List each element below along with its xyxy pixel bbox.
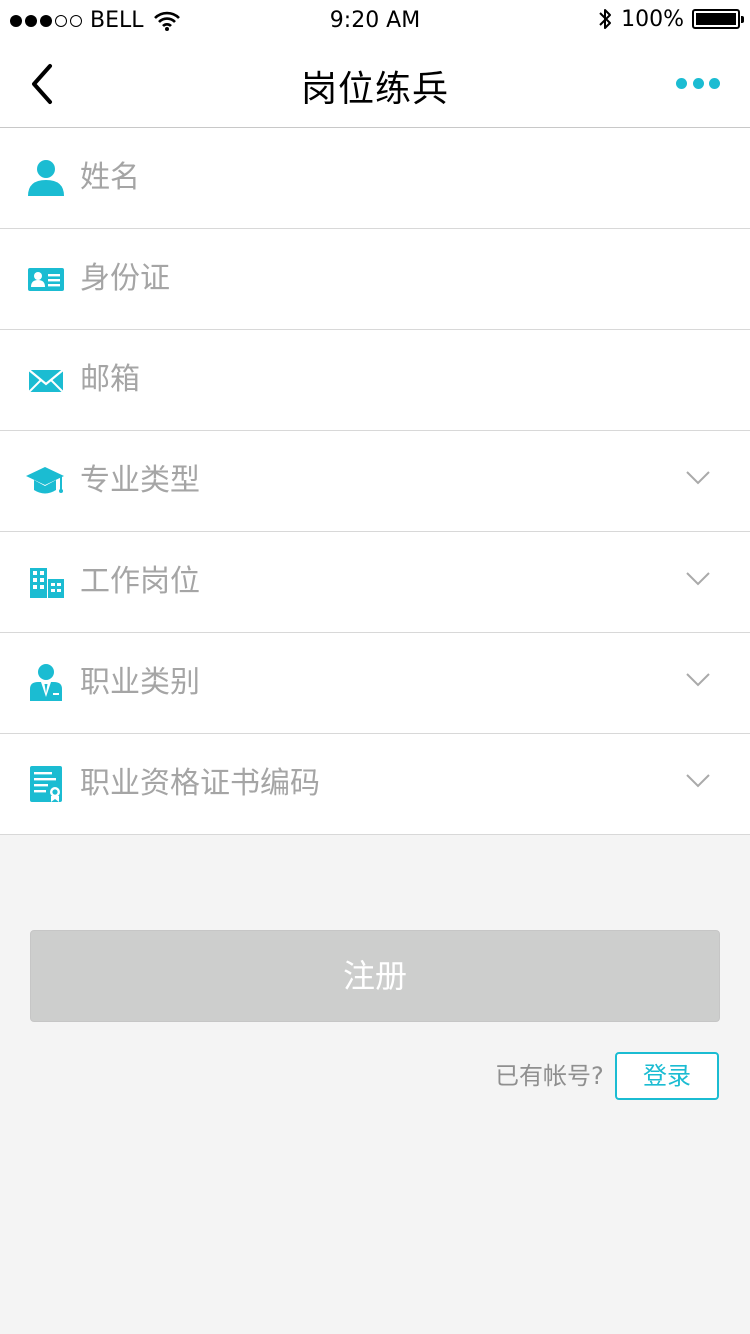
mail-icon — [28, 369, 64, 393]
bluetooth-icon — [599, 9, 612, 29]
battery-icon — [692, 9, 744, 29]
worker-icon — [30, 664, 62, 701]
register-button[interactable]: 注册 — [30, 930, 720, 1022]
id-card-placeholder: 身份证 — [80, 261, 170, 296]
battery-percent: 100% — [621, 6, 684, 32]
occupation-category-select[interactable]: 职业类别 — [0, 633, 750, 734]
job-position-select[interactable]: 工作岗位 — [0, 532, 750, 633]
navigation-bar: 岗位练兵 — [0, 40, 750, 128]
chevron-down-icon — [686, 673, 710, 687]
id-card-icon — [28, 268, 64, 291]
major-type-placeholder: 专业类型 — [80, 463, 200, 498]
email-field[interactable]: 邮箱 — [0, 330, 750, 431]
email-placeholder: 邮箱 — [80, 362, 140, 397]
status-bar: BELL 9:20 AM 100% — [0, 0, 750, 40]
page-title: 岗位练兵 — [300, 69, 449, 110]
occupation-category-placeholder: 职业类别 — [80, 665, 200, 700]
certificate-code-select[interactable]: 职业资格证书编码 — [0, 734, 750, 835]
registration-form: 姓名 身份证 邮箱 专业类型 工作岗位 职业类别 职业资格证书编码 — [0, 128, 750, 835]
major-type-select[interactable]: 专业类型 — [0, 431, 750, 532]
chevron-down-icon — [686, 471, 710, 485]
name-placeholder: 姓名 — [80, 160, 140, 195]
user-icon — [28, 160, 64, 196]
certificate-icon — [30, 766, 62, 802]
battery-fill — [696, 13, 736, 25]
more-dot — [692, 77, 704, 89]
building-icon — [30, 568, 64, 598]
login-hint: 已有帐号? — [495, 1062, 604, 1090]
name-field[interactable]: 姓名 — [0, 128, 750, 229]
status-bar-right: 100% — [597, 6, 744, 32]
chevron-down-icon — [686, 774, 710, 788]
more-dot — [709, 77, 720, 89]
more-dots-icon — [676, 77, 687, 89]
id-card-field[interactable]: 身份证 — [0, 229, 750, 330]
certificate-code-placeholder: 职业资格证书编码 — [80, 766, 320, 801]
chevron-down-icon — [686, 572, 710, 586]
more-button[interactable] — [676, 70, 720, 96]
job-position-placeholder: 工作岗位 — [80, 564, 200, 599]
graduation-cap-icon — [26, 467, 64, 494]
login-button[interactable]: 登录 — [615, 1052, 719, 1100]
